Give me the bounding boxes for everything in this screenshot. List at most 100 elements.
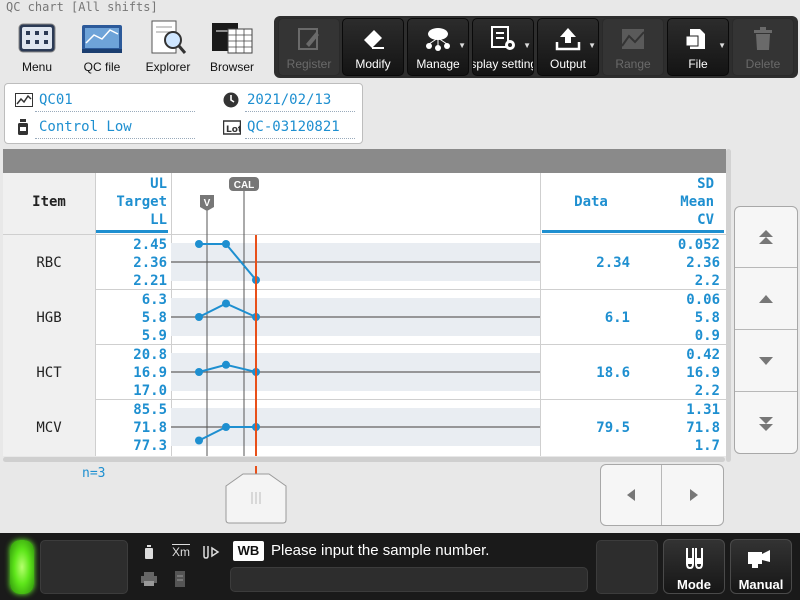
modify-button[interactable]: Modify <box>342 18 404 76</box>
wb-mode-tag: WB <box>233 541 264 561</box>
qc-date: 2021/02/13 <box>247 92 332 108</box>
horizontal-nav-group <box>600 464 724 526</box>
header-underline <box>95 230 168 233</box>
status-led <box>10 540 34 594</box>
v-marker-label: V <box>204 198 211 209</box>
v-marker-badge[interactable]: V <box>200 195 214 211</box>
lot-number: QC-03120821 <box>247 119 340 135</box>
scroll-top-button[interactable] <box>735 207 797 268</box>
explorer-button[interactable]: Explorer <box>135 18 201 76</box>
date-row: 2021/02/13 <box>223 92 331 108</box>
row-item-rbc: RBC <box>36 255 62 271</box>
data-value: 18.6 <box>596 365 630 381</box>
test-tubes-icon <box>686 548 703 570</box>
divider <box>35 138 195 139</box>
qc-chart-table: Item UL Target LL Data SD Mean CV RBC 2.… <box>3 149 726 462</box>
delete-button[interactable]: Delete <box>732 18 794 76</box>
qc-name: QC01 <box>39 92 73 108</box>
control-level: Control Low <box>39 119 132 135</box>
ll-header: LL <box>150 212 167 228</box>
manual-label: Manual <box>738 577 784 592</box>
bottle-icon <box>18 119 28 135</box>
status-message: Please input the sample number. <box>271 542 490 559</box>
output-label: Output <box>549 57 587 71</box>
sample-number-input[interactable] <box>230 567 588 592</box>
scroll-right-button[interactable] <box>663 465 723 525</box>
pencil-icon <box>279 19 339 59</box>
rack-icon[interactable] <box>168 567 192 591</box>
qc-data-point[interactable] <box>195 240 203 248</box>
vertical-nav-group <box>734 206 798 454</box>
manage-button[interactable]: ▼ Manage <box>407 18 469 76</box>
manual-button[interactable]: Manual <box>730 539 792 594</box>
menu-button[interactable]: Menu <box>4 18 70 76</box>
scroll-bottom-button[interactable] <box>735 393 797 453</box>
range-icon <box>603 19 663 59</box>
qc-data-point[interactable] <box>195 436 203 445</box>
mode-button[interactable]: Mode <box>663 539 725 594</box>
ll-value: 17.0 <box>133 383 167 399</box>
scroll-left-button[interactable] <box>601 465 662 525</box>
xm-indicator[interactable]: Xm <box>166 541 196 563</box>
horizontal-scrollbar[interactable] <box>3 457 725 462</box>
qc-data-point[interactable] <box>222 360 230 369</box>
cal-marker-badge[interactable]: CAL <box>229 177 259 191</box>
delete-label: Delete <box>745 57 781 71</box>
qc-info-panel: QC01 2021/02/13 Control Low Lot QC-03120… <box>4 83 363 144</box>
qc-name-row: QC01 <box>15 92 73 108</box>
range-button[interactable]: Range <box>602 18 664 76</box>
display-settings-button[interactable]: ▼ Display settings <box>472 18 534 76</box>
printer-icon[interactable] <box>137 567 161 591</box>
ul-value: 85.5 <box>133 402 167 418</box>
file-icon: ▼ <box>668 19 728 59</box>
qc-data-point[interactable] <box>222 240 230 248</box>
scroll-up-button[interactable] <box>735 269 797 330</box>
target-value: 5.8 <box>141 310 167 326</box>
file-button[interactable]: ▼ File <box>667 18 729 76</box>
manual-analysis-icon <box>748 550 770 568</box>
trash-icon <box>733 19 793 59</box>
chevron-down-icon <box>759 357 773 365</box>
sd-value: 0.42 <box>686 347 720 363</box>
mean-header: Mean <box>680 194 714 210</box>
eraser-icon <box>343 19 403 59</box>
qc-file-icon <box>69 18 135 58</box>
ul-value: 6.3 <box>141 292 167 308</box>
chart-line-icon <box>15 93 33 107</box>
menu-grid-icon <box>4 18 70 58</box>
data-value: 6.1 <box>604 310 630 326</box>
double-chevron-up-icon <box>759 230 773 244</box>
qc-data-point[interactable] <box>195 368 203 376</box>
output-button[interactable]: ▼ Output <box>537 18 599 76</box>
vertical-scrollbar[interactable] <box>726 149 731 462</box>
control-level-row: Control Low <box>17 119 132 135</box>
qc-file-button[interactable]: QC file <box>69 18 135 76</box>
register-button[interactable]: Register <box>278 18 340 76</box>
chevron-right-icon <box>689 489 698 501</box>
qc-data-point[interactable] <box>222 299 230 308</box>
browser-button[interactable]: Browser <box>199 18 265 76</box>
target-value: 16.9 <box>133 365 167 381</box>
cursor-handle[interactable] <box>225 466 287 524</box>
ul-value: 20.8 <box>133 347 167 363</box>
target-header: Target <box>116 194 167 210</box>
item-header-cell: Item <box>3 173 95 234</box>
tube-rack-icon[interactable] <box>200 541 226 563</box>
grid-body[interactable]: Item UL Target LL Data SD Mean CV RBC 2.… <box>3 173 726 456</box>
stats-header-cell: SD Mean CV <box>642 175 726 229</box>
qc-data-point[interactable] <box>222 423 230 431</box>
manage-tree-icon: ▼ <box>408 19 468 59</box>
divider <box>35 111 195 112</box>
scroll-down-button[interactable] <box>735 331 797 392</box>
divider <box>245 111 355 112</box>
upload-icon: ▼ <box>538 19 598 59</box>
lot-row: Lot QC-03120821 <box>223 119 340 135</box>
qc-data-point[interactable] <box>195 313 203 321</box>
mean-value: 16.9 <box>686 365 720 381</box>
cv-value: 0.9 <box>694 328 720 344</box>
sample-display-panel <box>40 540 128 594</box>
divider <box>245 138 355 139</box>
toolbar: Register Modify ▼ Manage ▼ Display setti… <box>274 16 798 78</box>
qc-plot-area[interactable]: V CAL <box>171 173 540 456</box>
bottle-icon[interactable] <box>137 541 161 563</box>
